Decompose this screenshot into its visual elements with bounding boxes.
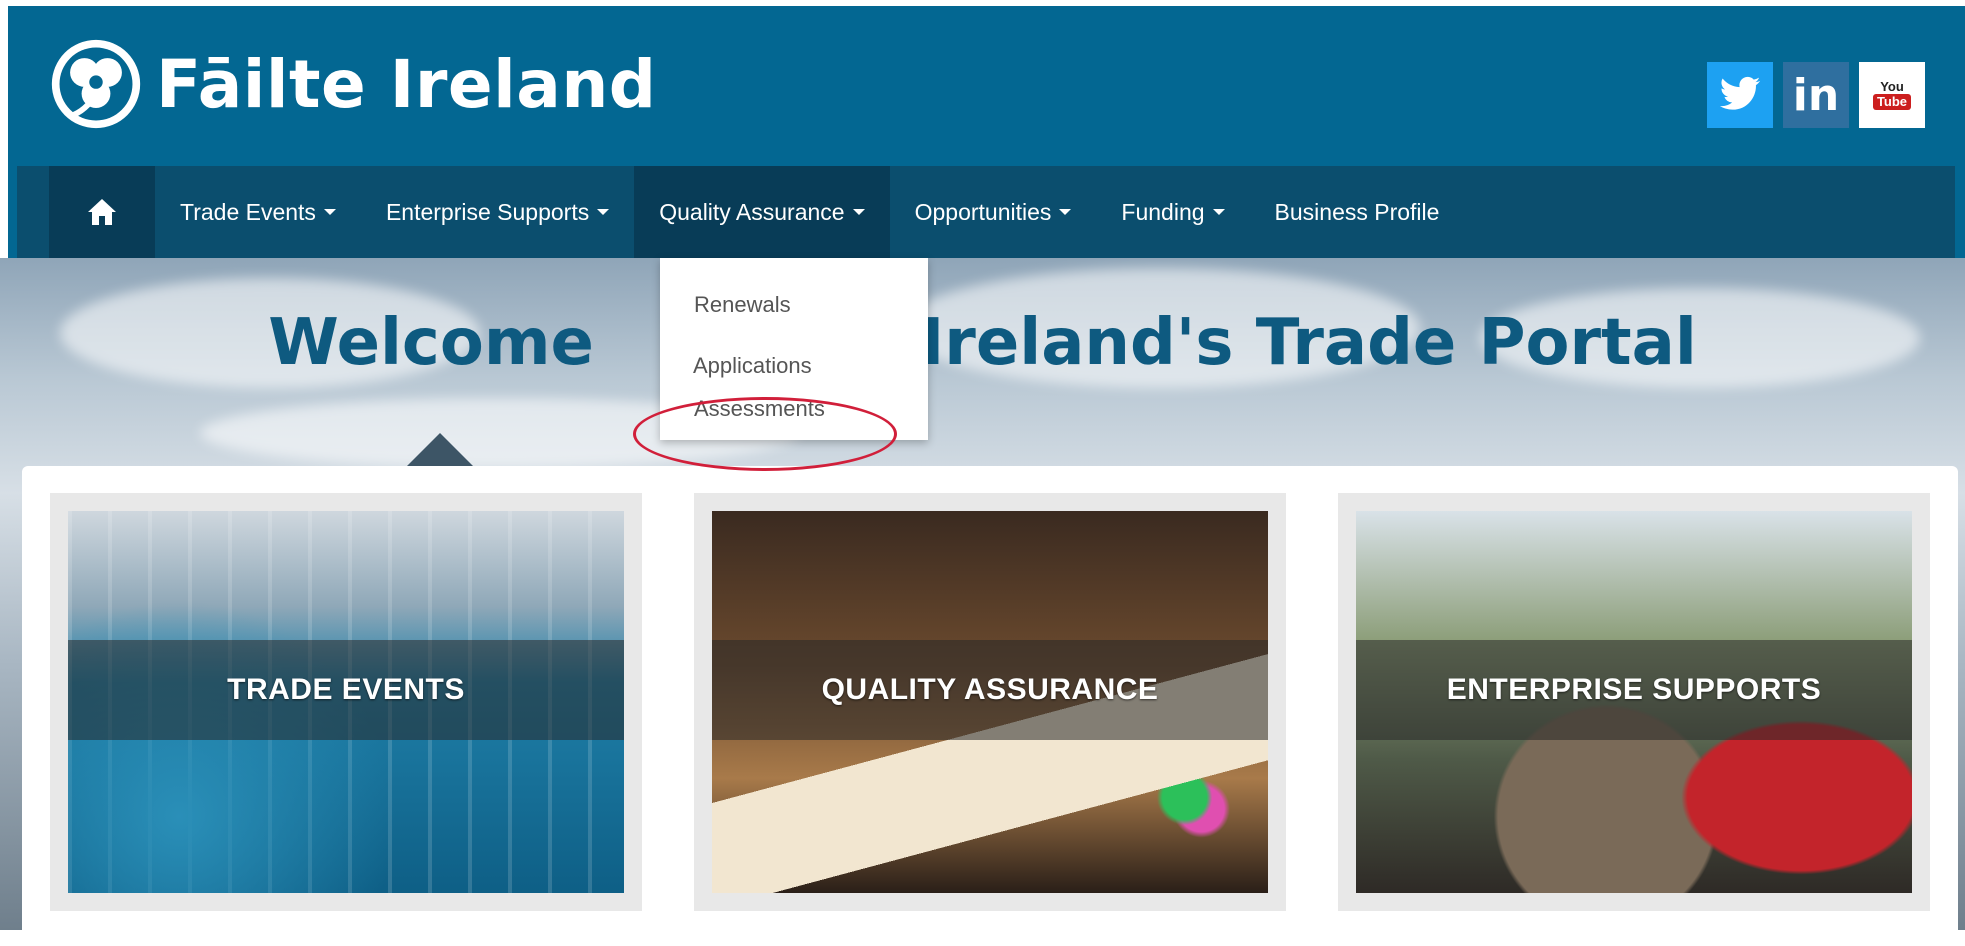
quality-assurance-photo: QUALITY ASSURANCE <box>712 511 1268 893</box>
quality-assurance-dropdown: Renewals Applications Assessments <box>660 258 928 440</box>
card-trade-events[interactable]: TRADE EVENTS <box>50 493 642 911</box>
card-title-band: TRADE EVENTS <box>68 640 624 740</box>
card-enterprise-supports[interactable]: ENTERPRISE SUPPORTS <box>1338 493 1930 911</box>
hero-title-right: Ireland's Trade Portal <box>920 306 1697 380</box>
caret-down-icon <box>852 209 865 215</box>
nav-item-funding[interactable]: Funding <box>1096 166 1249 258</box>
page-title: Welcome Ireland's Trade Portal <box>0 306 1965 380</box>
nav-item-trade-events[interactable]: Trade Events <box>155 166 361 258</box>
home-icon <box>88 199 116 225</box>
youtube-icon[interactable]: You Tube <box>1859 62 1925 128</box>
shamrock-logo-icon <box>51 39 141 129</box>
card-title: TRADE EVENTS <box>227 673 465 706</box>
dropdown-item-assessments[interactable]: Assessments <box>694 396 825 422</box>
youtube-you-label: You <box>1880 79 1904 94</box>
nav-item-label: Trade Events <box>180 198 316 225</box>
nav-item-quality-assurance[interactable]: Quality Assurance <box>634 166 890 258</box>
nav-item-label: Business Profile <box>1274 198 1440 225</box>
site-logo[interactable]: Fāilte Ireland <box>48 36 657 132</box>
social-links: in You Tube <box>1707 62 1925 128</box>
caret-down-icon <box>1212 209 1225 215</box>
caret-down-icon <box>597 209 610 215</box>
brand-name: Fāilte Ireland <box>156 45 657 123</box>
nav-item-opportunities[interactable]: Opportunities <box>890 166 1097 258</box>
twitter-bird-icon <box>1719 76 1761 110</box>
enterprise-supports-photo: ENTERPRISE SUPPORTS <box>1356 511 1912 893</box>
nav-home-button[interactable] <box>49 166 155 258</box>
main-navigation: Trade Events Enterprise Supports Quality… <box>17 166 1955 258</box>
nav-item-label: Enterprise Supports <box>385 198 590 225</box>
linkedin-label: in <box>1792 69 1840 121</box>
card-title: QUALITY ASSURANCE <box>821 673 1159 706</box>
nav-item-enterprise-supports[interactable]: Enterprise Supports <box>361 166 634 258</box>
card-title-band: ENTERPRISE SUPPORTS <box>1356 640 1912 740</box>
youtube-tube-label: Tube <box>1872 94 1912 110</box>
twitter-icon[interactable] <box>1707 62 1773 128</box>
feature-cards-panel: TRADE EVENTS QUALITY ASSURANCE ENTERPRIS… <box>22 466 1958 946</box>
dropdown-item-renewals[interactable]: Renewals <box>694 292 791 318</box>
nav-item-label: Quality Assurance <box>659 198 845 225</box>
card-title: ENTERPRISE SUPPORTS <box>1446 673 1822 706</box>
hero-title-left: Welcome <box>268 306 594 380</box>
nav-item-label: Opportunities <box>914 198 1052 225</box>
card-quality-assurance[interactable]: QUALITY ASSURANCE <box>694 493 1286 911</box>
caret-down-icon <box>1059 209 1072 215</box>
card-title-band: QUALITY ASSURANCE <box>712 640 1268 740</box>
caret-down-icon <box>323 209 336 215</box>
trade-events-photo: TRADE EVENTS <box>68 511 624 893</box>
dropdown-item-applications[interactable]: Applications <box>693 353 812 379</box>
linkedin-icon[interactable]: in <box>1783 62 1849 128</box>
nav-item-label: Funding <box>1121 198 1205 225</box>
nav-item-business-profile[interactable]: Business Profile <box>1250 166 1465 258</box>
